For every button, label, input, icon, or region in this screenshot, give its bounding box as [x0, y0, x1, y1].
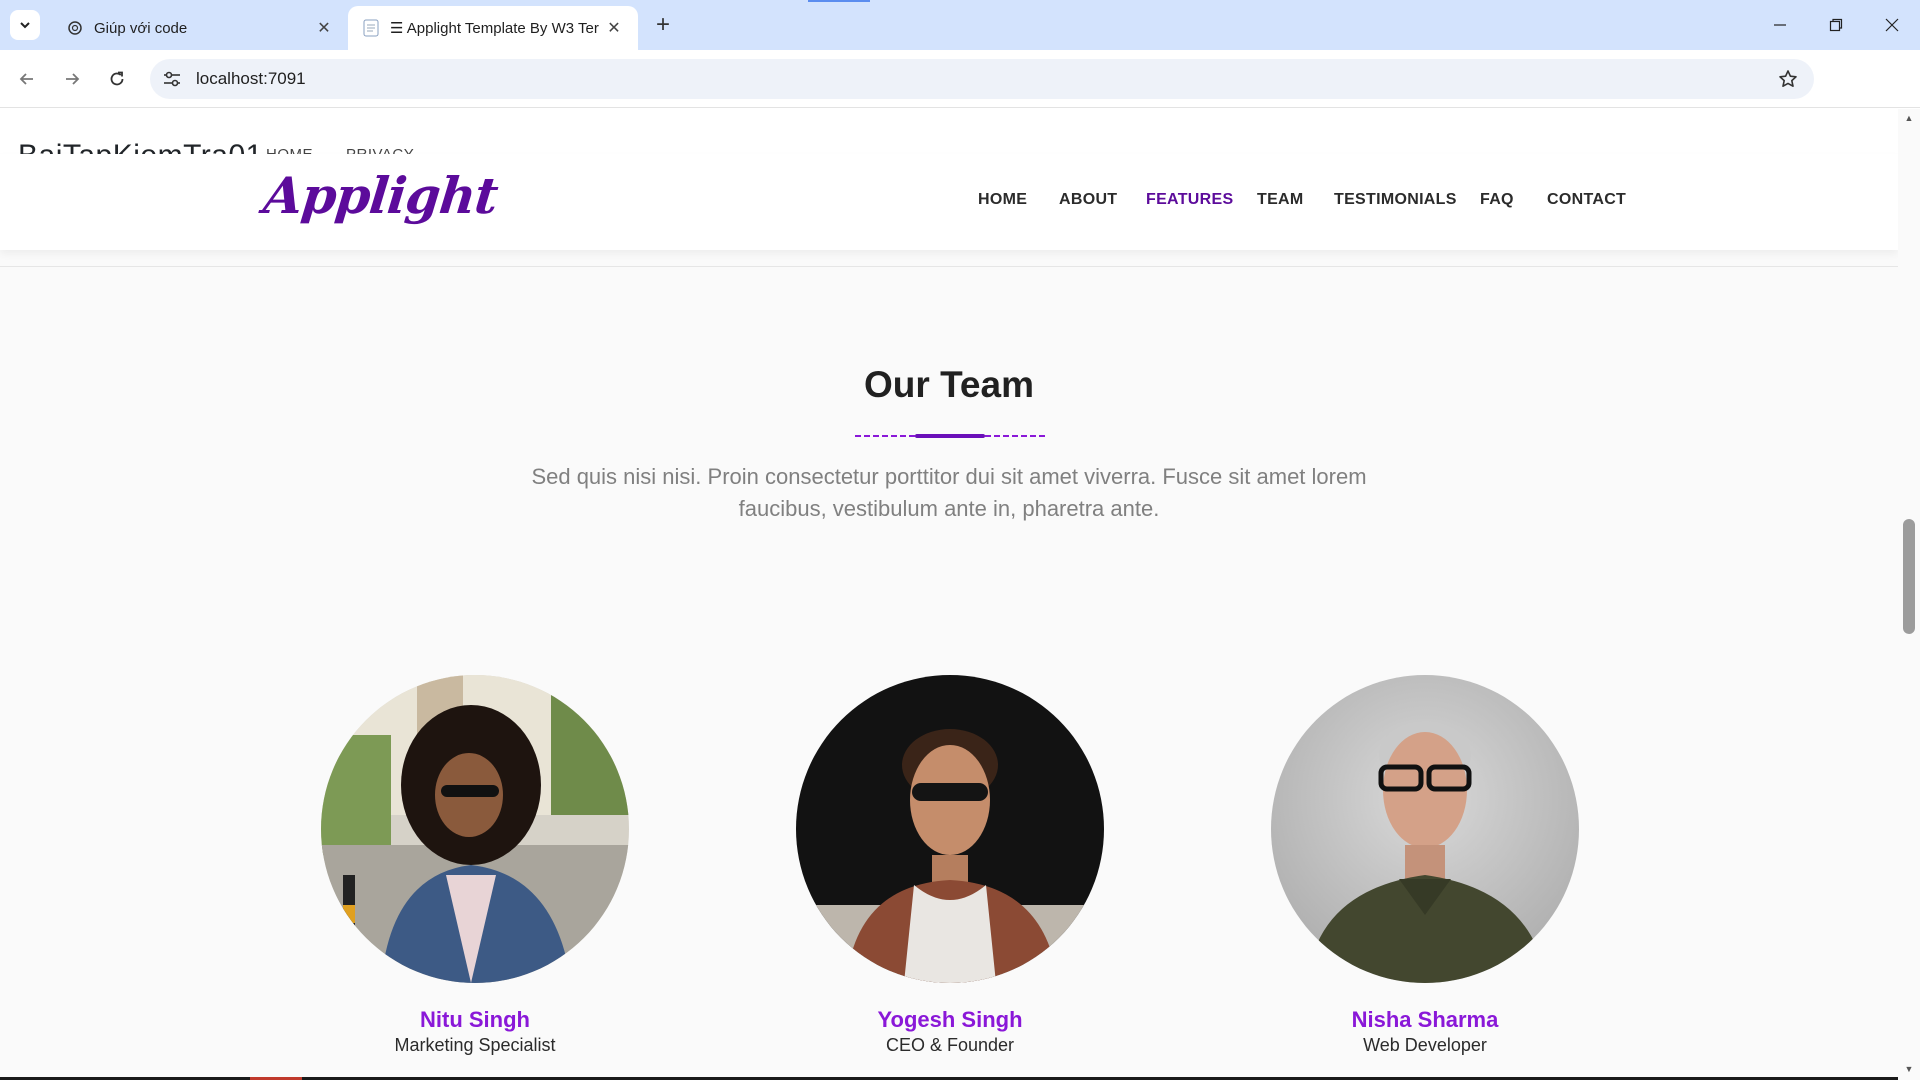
tab-applight[interactable]: ☰ Applight Template By W3 Ter ✕	[348, 6, 638, 50]
reload-icon[interactable]	[102, 64, 132, 94]
site-settings-icon[interactable]	[162, 69, 182, 89]
address-bar[interactable]: localhost:7091	[150, 59, 1814, 99]
member-role: CEO & Founder	[885, 1035, 1015, 1055]
menu-item-features[interactable]: FEATURES	[1146, 191, 1233, 209]
scroll-up-arrow-icon[interactable]: ▲	[1903, 113, 1915, 123]
minimize-icon[interactable]	[1752, 0, 1808, 50]
scroll-down-arrow-icon[interactable]: ▼	[1903, 1064, 1915, 1074]
restore-icon[interactable]	[1808, 0, 1864, 50]
header-divider	[0, 266, 1898, 267]
page-icon	[362, 19, 380, 37]
page-viewport: BaiTapKiemTra01 HOME PRIVACY Applight HO…	[0, 109, 1920, 1080]
member-role: Marketing Specialist	[394, 1035, 556, 1055]
browser-tabstrip: Giúp với code ✕ ☰ Applight Template By W…	[0, 0, 1920, 50]
title-underline	[855, 434, 1045, 438]
menu-item-faq[interactable]: FAQ	[1480, 191, 1514, 209]
chevron-down-icon	[20, 22, 30, 29]
member-name: Nitu Singh	[420, 1007, 530, 1032]
applight-logo[interactable]: Applight	[261, 166, 500, 225]
menu-item-contact[interactable]: CONTACT	[1547, 191, 1626, 209]
member-photo	[796, 675, 1104, 983]
section-title: Our Team	[864, 364, 1034, 405]
new-tab-button[interactable]: +	[650, 11, 676, 38]
tab-title: ☰ Applight Template By W3 Ter	[390, 20, 599, 37]
team-member-card: Nitu Singh Marketing Specialist	[321, 675, 629, 1056]
member-name: Yogesh Singh	[877, 1007, 1023, 1032]
page-scrollbar[interactable]: ▲ ▼	[1898, 109, 1920, 1080]
team-member-card: Yogesh Singh CEO & Founder	[796, 675, 1104, 1056]
site-header: Applight HOME ABOUT FEATURES TEAM TESTIM…	[0, 154, 1898, 250]
scrollbar-thumb[interactable]	[1903, 519, 1915, 634]
underlying-navbar: BaiTapKiemTra01 HOME PRIVACY	[0, 109, 1898, 172]
tab-title: Giúp với code	[94, 19, 188, 37]
menu-item-home[interactable]: HOME	[978, 191, 1027, 209]
menu-item-team[interactable]: TEAM	[1257, 191, 1304, 209]
close-tab-icon[interactable]: ✕	[314, 18, 334, 38]
tab-loading-indicator	[808, 0, 870, 2]
window-controls	[1752, 0, 1920, 50]
close-window-icon[interactable]	[1864, 0, 1920, 50]
chatgpt-icon	[66, 19, 84, 37]
team-member-card: Nisha Sharma Web Developer	[1271, 675, 1579, 1056]
url-text: localhost:7091	[196, 69, 306, 88]
forward-icon[interactable]	[57, 64, 87, 94]
back-icon[interactable]	[12, 64, 42, 94]
browser-toolbar: localhost:7091 SG	[0, 50, 1920, 143]
description-line: faucibus, vestibulum ante in, pharetra a…	[738, 496, 1160, 521]
description-line: Sed quis nisi nisi. Proin consectetur po…	[531, 464, 1367, 489]
tab-giup-voi-code[interactable]: Giúp với code ✕	[52, 6, 348, 50]
close-tab-icon[interactable]: ✕	[604, 18, 624, 38]
member-role: Web Developer	[1363, 1035, 1487, 1055]
member-photo	[1271, 675, 1579, 983]
menu-item-about[interactable]: ABOUT	[1059, 191, 1117, 209]
member-name: Nisha Sharma	[1351, 1007, 1499, 1032]
section-description: Sed quis nisi nisi. Proin consectetur po…	[480, 461, 1418, 525]
menu-item-testimonials[interactable]: TESTIMONIALS	[1334, 191, 1457, 209]
tab-search-button[interactable]	[10, 10, 40, 40]
bookmark-star-icon[interactable]	[1776, 67, 1800, 91]
member-photo	[321, 675, 629, 983]
